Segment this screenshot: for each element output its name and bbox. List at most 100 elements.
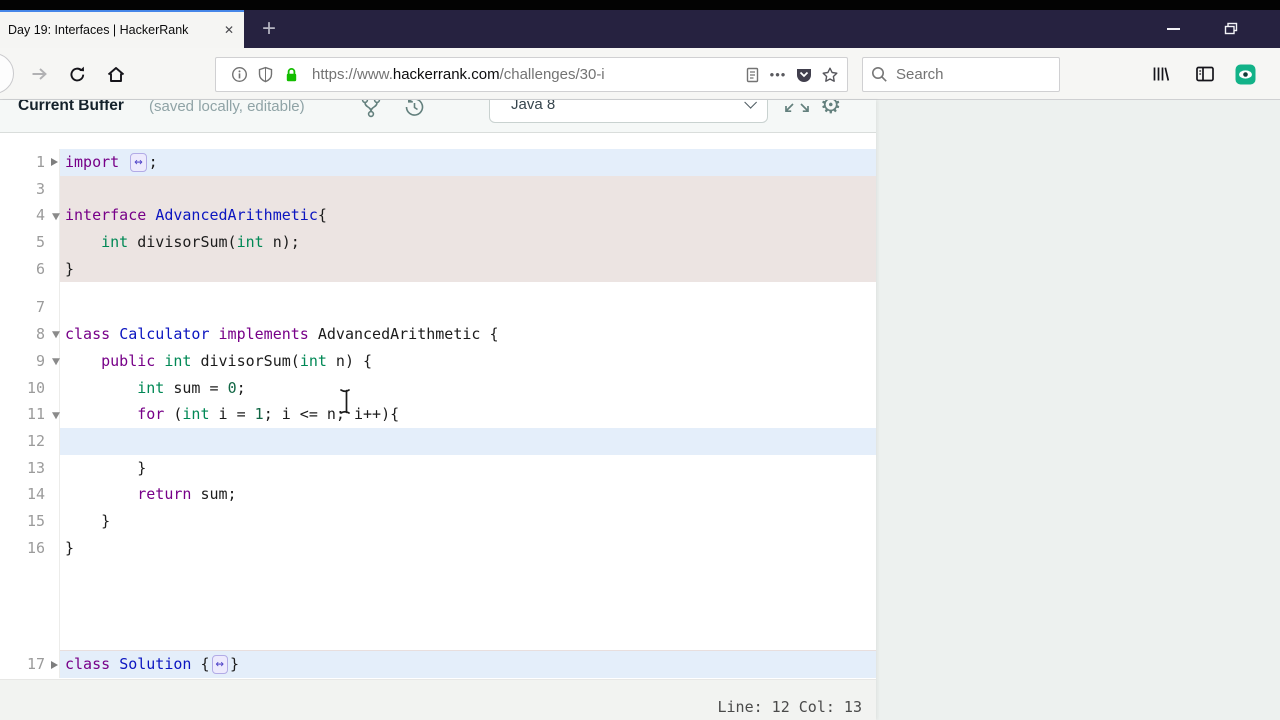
code-text[interactable]: for (int i = 1; i <= n; i++){ [60,401,876,428]
line-number: 13 [0,454,60,482]
code-line-5: 5 int divisorSum(int n); [0,229,876,256]
https-lock-icon[interactable] [278,61,304,89]
page-background: Current Buffer (saved locally, editable) [0,100,1280,720]
code-text[interactable]: } [60,255,876,283]
line-number: 11 [0,401,60,428]
tab-bar: Day 19: Interfaces | HackerRank ✕ + [0,10,1280,48]
sidebars-button[interactable] [1188,48,1222,99]
expand-editor-button[interactable] [781,100,813,124]
url-bar-actions: ••• [739,61,843,89]
page-info-icon[interactable] [226,61,252,89]
fork-branch-button[interactable] [360,100,382,124]
code-line-8: 8 class Calculator implements AdvancedAri… [0,321,876,348]
line-number: 15 [0,507,60,535]
line-number: 17 [0,651,60,678]
code-text[interactable] [60,294,876,321]
code-text[interactable]: int sum = 0; [60,375,876,402]
cursor-position-status: Line: 12 Col: 13 [717,698,863,716]
url-bar[interactable]: https://www.hackerrank.com/challenges/30… [215,57,848,92]
home-button[interactable] [99,48,133,99]
search-icon [872,67,887,82]
letterbox-strip [0,0,1280,10]
code-text[interactable] [60,427,876,455]
line-number: 9 [0,347,60,375]
tab-title: Day 19: Interfaces | HackerRank [8,23,189,37]
fold-collapsed-icon[interactable] [51,158,58,167]
code-line-7: 7 [0,294,876,322]
tracking-protection-shield-icon[interactable] [252,61,278,89]
current-buffer-title: Current Buffer [18,100,124,114]
window-restore-button[interactable] [1216,10,1246,48]
code-line-1: 1 import ↔; [0,149,876,176]
pocket-button[interactable] [791,61,817,89]
line-number: 3 [0,175,60,203]
code-line-13: 13 } [0,454,876,482]
extension-eye-button[interactable] [1228,48,1262,99]
code-line-15: 15 } [0,507,876,535]
library-button[interactable] [1144,48,1178,99]
code-text[interactable] [60,175,876,203]
line-number: 10 [0,374,60,402]
code-area[interactable]: 1 import ↔; 3 4 interface AdvancedArithmetic… [0,133,876,679]
folded-code-widget[interactable]: ↔ [130,153,147,172]
new-tab-button[interactable]: + [252,10,286,48]
page-actions-button[interactable]: ••• [765,61,791,89]
code-text[interactable]: class Solution {↔} [60,651,876,678]
url-scheme: https://www. [312,66,393,83]
fork-icon [361,100,381,118]
editor-status-bar: Line: 12 Col: 13 [0,679,876,720]
tab-close-icon[interactable]: ✕ [220,21,238,39]
fold-open-icon[interactable] [52,212,60,220]
settings-gear-icon[interactable]: ⚙ [820,100,842,120]
history-button[interactable] [402,100,426,124]
fold-open-icon[interactable] [52,358,60,366]
window-minimize-button[interactable] [1158,10,1188,48]
code-text[interactable]: } [60,535,876,562]
fold-open-icon[interactable] [52,411,60,419]
code-line-12: 12 [0,427,876,455]
code-text[interactable]: interface AdvancedArithmetic{ [60,202,876,230]
url-fade [618,66,652,83]
code-text[interactable]: class Calculator implements AdvancedArit… [60,321,876,348]
code-text[interactable]: int divisorSum(int n); [60,229,876,256]
line-number: 8 [0,321,60,348]
back-button[interactable] [0,53,14,94]
eye-extension-icon [1235,64,1255,84]
tab-day19-interfaces[interactable]: Day 19: Interfaces | HackerRank ✕ [0,10,244,48]
forward-button[interactable] [22,48,56,99]
line-number: 4 [0,202,60,230]
code-line-9: 9 public int divisorSum(int n) { [0,347,876,375]
code-line-11: 11 for (int i = 1; i <= n; i++){ [0,401,876,428]
code-text[interactable]: import ↔; [60,149,876,176]
url-text[interactable]: https://www.hackerrank.com/challenges/30… [312,66,652,83]
screen: Day 19: Interfaces | HackerRank ✕ + http… [0,0,1280,720]
fold-open-icon[interactable] [52,331,60,339]
code-line-10: 10 int sum = 0; [0,374,876,402]
home-icon [107,66,125,82]
search-placeholder: Search [896,66,944,83]
code-rows: 1 import ↔; 3 4 interface AdvancedArithmetic… [0,149,876,678]
code-text[interactable]: } [60,508,876,535]
line-number: 12 [0,427,60,455]
code-text[interactable]: return sum; [60,481,876,508]
sidebar-icon [1196,66,1214,82]
bookmark-star-button[interactable] [817,61,843,89]
line-number: 6 [0,255,60,283]
folded-code-widget[interactable]: ↔ [211,655,228,675]
expand-arrows-icon [785,103,809,113]
forward-icon [32,68,47,80]
fold-collapsed-icon[interactable] [51,660,58,669]
code-text[interactable]: } [60,455,876,482]
reload-button[interactable] [60,48,94,99]
restore-icon [1224,22,1237,35]
browser-toolbar: https://www.hackerrank.com/challenges/30… [0,48,1280,100]
code-text[interactable]: public int divisorSum(int n) { [60,348,876,375]
ellipsis-icon: ••• [769,67,787,82]
code-line-14: 14 return sum; [0,481,876,508]
search-bar[interactable]: Search [862,57,1060,92]
minimize-icon [1166,28,1180,30]
reader-mode-icon[interactable] [739,61,765,89]
code-filler [0,561,876,652]
editor-toolbar: Current Buffer (saved locally, editable) [0,100,876,133]
language-select[interactable]: Java 8 [489,100,768,123]
